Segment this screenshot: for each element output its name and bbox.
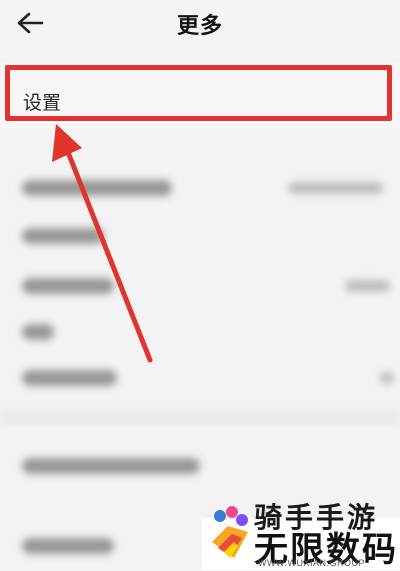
blurred-label [22,370,117,386]
list-item[interactable] [0,448,400,488]
watermark-url: WWW.WUXIAN.GROUP [258,558,365,568]
list-item[interactable] [0,218,400,258]
blurred-value [380,372,394,384]
blurred-value [288,182,383,194]
settings-item-label: 设置 [23,93,62,114]
section-divider [0,410,400,426]
top-bar: 更多 [0,0,400,48]
blurred-label [22,278,114,294]
blurred-label [22,538,114,554]
blurred-label [22,180,172,196]
blurred-label [22,458,200,474]
blurred-label [22,324,54,340]
list-item[interactable] [0,314,400,354]
list-item[interactable] [0,360,400,400]
list-item[interactable] [0,170,400,210]
blurred-label [22,228,104,244]
blurred-value [345,280,390,292]
wuxian-logo-icon [212,506,248,558]
watermark: 骑手手游 无限数码 WWW.WUXIAN.GROUP [202,498,400,570]
page-title: 更多 [176,13,223,38]
list-item[interactable] [0,268,400,308]
